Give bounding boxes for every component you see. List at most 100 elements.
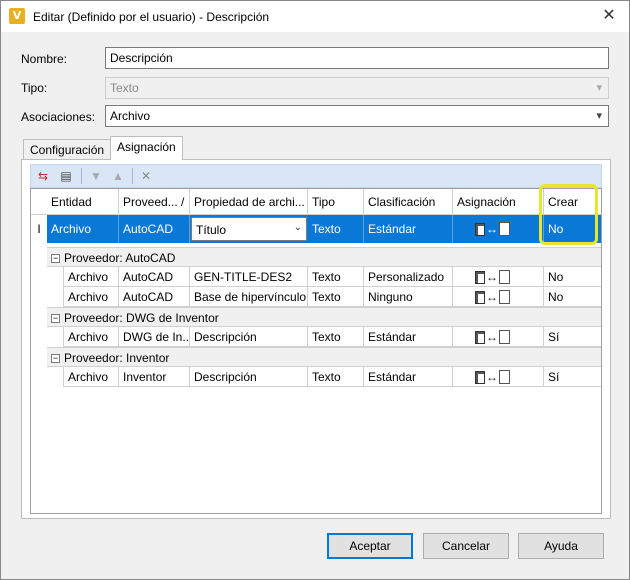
document-icon: [499, 222, 510, 236]
asignacion-panel: ⇆ ▤ ▼ ▲ ✕ Entidad Proveed... / Propiedad…: [21, 159, 611, 519]
chevron-down-icon[interactable]: ⌄: [294, 222, 302, 233]
document-icon: [499, 270, 510, 284]
tipo-select: Texto ▾: [105, 77, 609, 99]
col-asignacion[interactable]: Asignación: [453, 189, 544, 215]
cell-proveedor[interactable]: Inventor: [119, 367, 190, 387]
cell-tipo[interactable]: Texto: [308, 327, 364, 347]
mapping-toolbar: ⇆ ▤ ▼ ▲ ✕: [30, 164, 602, 188]
move-down-icon: ▼: [90, 169, 102, 183]
toolbar-divider: [132, 168, 133, 184]
cell-asignacion[interactable]: ↔: [453, 267, 544, 287]
table-row[interactable]: Archivo Inventor Descripción Texto Están…: [63, 367, 601, 387]
delete-icon[interactable]: ✕: [137, 167, 155, 185]
cell-proveedor[interactable]: AutoCAD: [119, 215, 190, 243]
nombre-label: Nombre:: [21, 52, 68, 66]
collapse-icon[interactable]: −: [51, 254, 60, 263]
group-header-inventor[interactable]: − Proveedor: Inventor: [47, 347, 601, 367]
properties-icon[interactable]: ▤: [57, 167, 75, 185]
asociaciones-select[interactable]: Archivo ▾: [105, 105, 609, 127]
cell-tipo[interactable]: Texto: [308, 367, 364, 387]
cell-clasificacion[interactable]: Ninguno: [364, 287, 453, 307]
propiedad-value: Título: [196, 223, 227, 237]
col-proveedor[interactable]: Proveed... /: [119, 189, 190, 215]
cell-crear[interactable]: No: [544, 267, 601, 287]
app-icon: V: [9, 8, 25, 24]
cell-proveedor[interactable]: AutoCAD: [119, 287, 190, 307]
cell-proveedor[interactable]: DWG de In...: [119, 327, 190, 347]
cell-clasificacion[interactable]: Estándar: [364, 367, 453, 387]
cell-entidad[interactable]: Archivo: [63, 287, 119, 307]
cell-clasificacion[interactable]: Estándar: [364, 215, 453, 243]
source-file-icon: [475, 222, 485, 236]
chevron-down-icon: ▾: [596, 82, 602, 94]
cell-tipo[interactable]: Texto: [308, 267, 364, 287]
mapping-direction-icons: ↔: [475, 222, 510, 236]
mapping-direction-icons: ↔: [475, 290, 510, 304]
cell-crear[interactable]: Sí: [544, 367, 601, 387]
chevron-down-icon[interactable]: ▾: [596, 109, 602, 122]
mapping-direction-icons: ↔: [475, 270, 510, 284]
add-mapping-icon[interactable]: ⇆: [34, 167, 52, 185]
cell-entidad[interactable]: Archivo: [63, 367, 119, 387]
propiedad-combo[interactable]: Título ⌄: [191, 217, 307, 241]
close-button[interactable]: ✕: [597, 5, 621, 27]
grid-header: Entidad Proveed... / Propiedad de archi.…: [31, 189, 601, 215]
cell-clasificacion[interactable]: Estándar: [364, 327, 453, 347]
col-clasificacion[interactable]: Clasificación: [364, 189, 453, 215]
tipo-value: Texto: [110, 81, 139, 95]
tab-configuracion[interactable]: Configuración: [23, 139, 112, 160]
document-icon: [499, 370, 510, 384]
cell-asignacion[interactable]: ↔: [453, 327, 544, 347]
window-title: Editar (Definido por el usuario) - Descr…: [33, 10, 270, 24]
move-up-icon: ▲: [112, 169, 124, 183]
document-icon: [499, 330, 510, 344]
cell-asignacion[interactable]: ↔: [453, 215, 544, 243]
cell-crear[interactable]: No: [544, 287, 601, 307]
cell-clasificacion[interactable]: Personalizado: [364, 267, 453, 287]
table-row[interactable]: Archivo AutoCAD Base de hipervínculo Tex…: [63, 287, 601, 307]
bidirectional-arrow-icon: ↔: [486, 221, 498, 236]
cell-asignacion[interactable]: ↔: [453, 287, 544, 307]
cell-tipo[interactable]: Texto: [308, 215, 364, 243]
cell-propiedad[interactable]: GEN-TITLE-DES2: [190, 267, 308, 287]
group-title: Proveedor: DWG de Inventor: [64, 311, 219, 325]
help-button[interactable]: Ayuda: [518, 533, 604, 559]
document-icon: [499, 290, 510, 304]
cell-proveedor[interactable]: AutoCAD: [119, 267, 190, 287]
table-row[interactable]: Archivo DWG de In... Descripción Texto E…: [63, 327, 601, 347]
cell-entidad[interactable]: Archivo: [63, 267, 119, 287]
bidirectional-arrow-icon: ↔: [486, 269, 498, 284]
cell-crear[interactable]: No: [544, 215, 601, 243]
selected-mapping-row[interactable]: I Archivo AutoCAD Título ⌄ Texto Estánda…: [31, 215, 601, 243]
cell-propiedad[interactable]: Base de hipervínculo: [190, 287, 308, 307]
col-propiedad[interactable]: Propiedad de archi...: [190, 189, 308, 215]
mapping-direction-icons: ↔: [475, 370, 510, 384]
accept-button[interactable]: Aceptar: [327, 533, 413, 559]
collapse-icon[interactable]: −: [51, 354, 60, 363]
cancel-button[interactable]: Cancelar: [423, 533, 509, 559]
table-row[interactable]: Archivo AutoCAD GEN-TITLE-DES2 Texto Per…: [63, 267, 601, 287]
col-tipo[interactable]: Tipo: [308, 189, 364, 215]
cell-asignacion[interactable]: ↔: [453, 367, 544, 387]
edit-dialog: V Editar (Definido por el usuario) - Des…: [0, 0, 630, 580]
tab-asignacion[interactable]: Asignación: [110, 136, 183, 160]
cell-tipo[interactable]: Texto: [308, 287, 364, 307]
group-header-autocad[interactable]: − Proveedor: AutoCAD: [47, 247, 601, 267]
col-entidad[interactable]: Entidad: [47, 189, 119, 215]
source-file-icon: [475, 270, 485, 284]
collapse-icon[interactable]: −: [51, 314, 60, 323]
cell-crear[interactable]: Sí: [544, 327, 601, 347]
group-header-dwg-inventor[interactable]: − Proveedor: DWG de Inventor: [47, 307, 601, 327]
cell-propiedad[interactable]: Descripción: [190, 327, 308, 347]
cell-entidad[interactable]: Archivo: [63, 327, 119, 347]
bidirectional-arrow-icon: ↔: [486, 329, 498, 344]
tipo-label: Tipo:: [21, 81, 48, 95]
nombre-field[interactable]: Descripción: [105, 47, 609, 69]
title-bar: V Editar (Definido por el usuario) - Des…: [1, 1, 629, 32]
cell-entidad[interactable]: Archivo: [47, 215, 119, 243]
group-title: Proveedor: AutoCAD: [64, 251, 176, 265]
mapping-grid: Entidad Proveed... / Propiedad de archi.…: [30, 188, 602, 514]
col-crear[interactable]: Crear: [544, 189, 601, 215]
cell-propiedad[interactable]: Descripción: [190, 367, 308, 387]
bidirectional-arrow-icon: ↔: [486, 369, 498, 384]
